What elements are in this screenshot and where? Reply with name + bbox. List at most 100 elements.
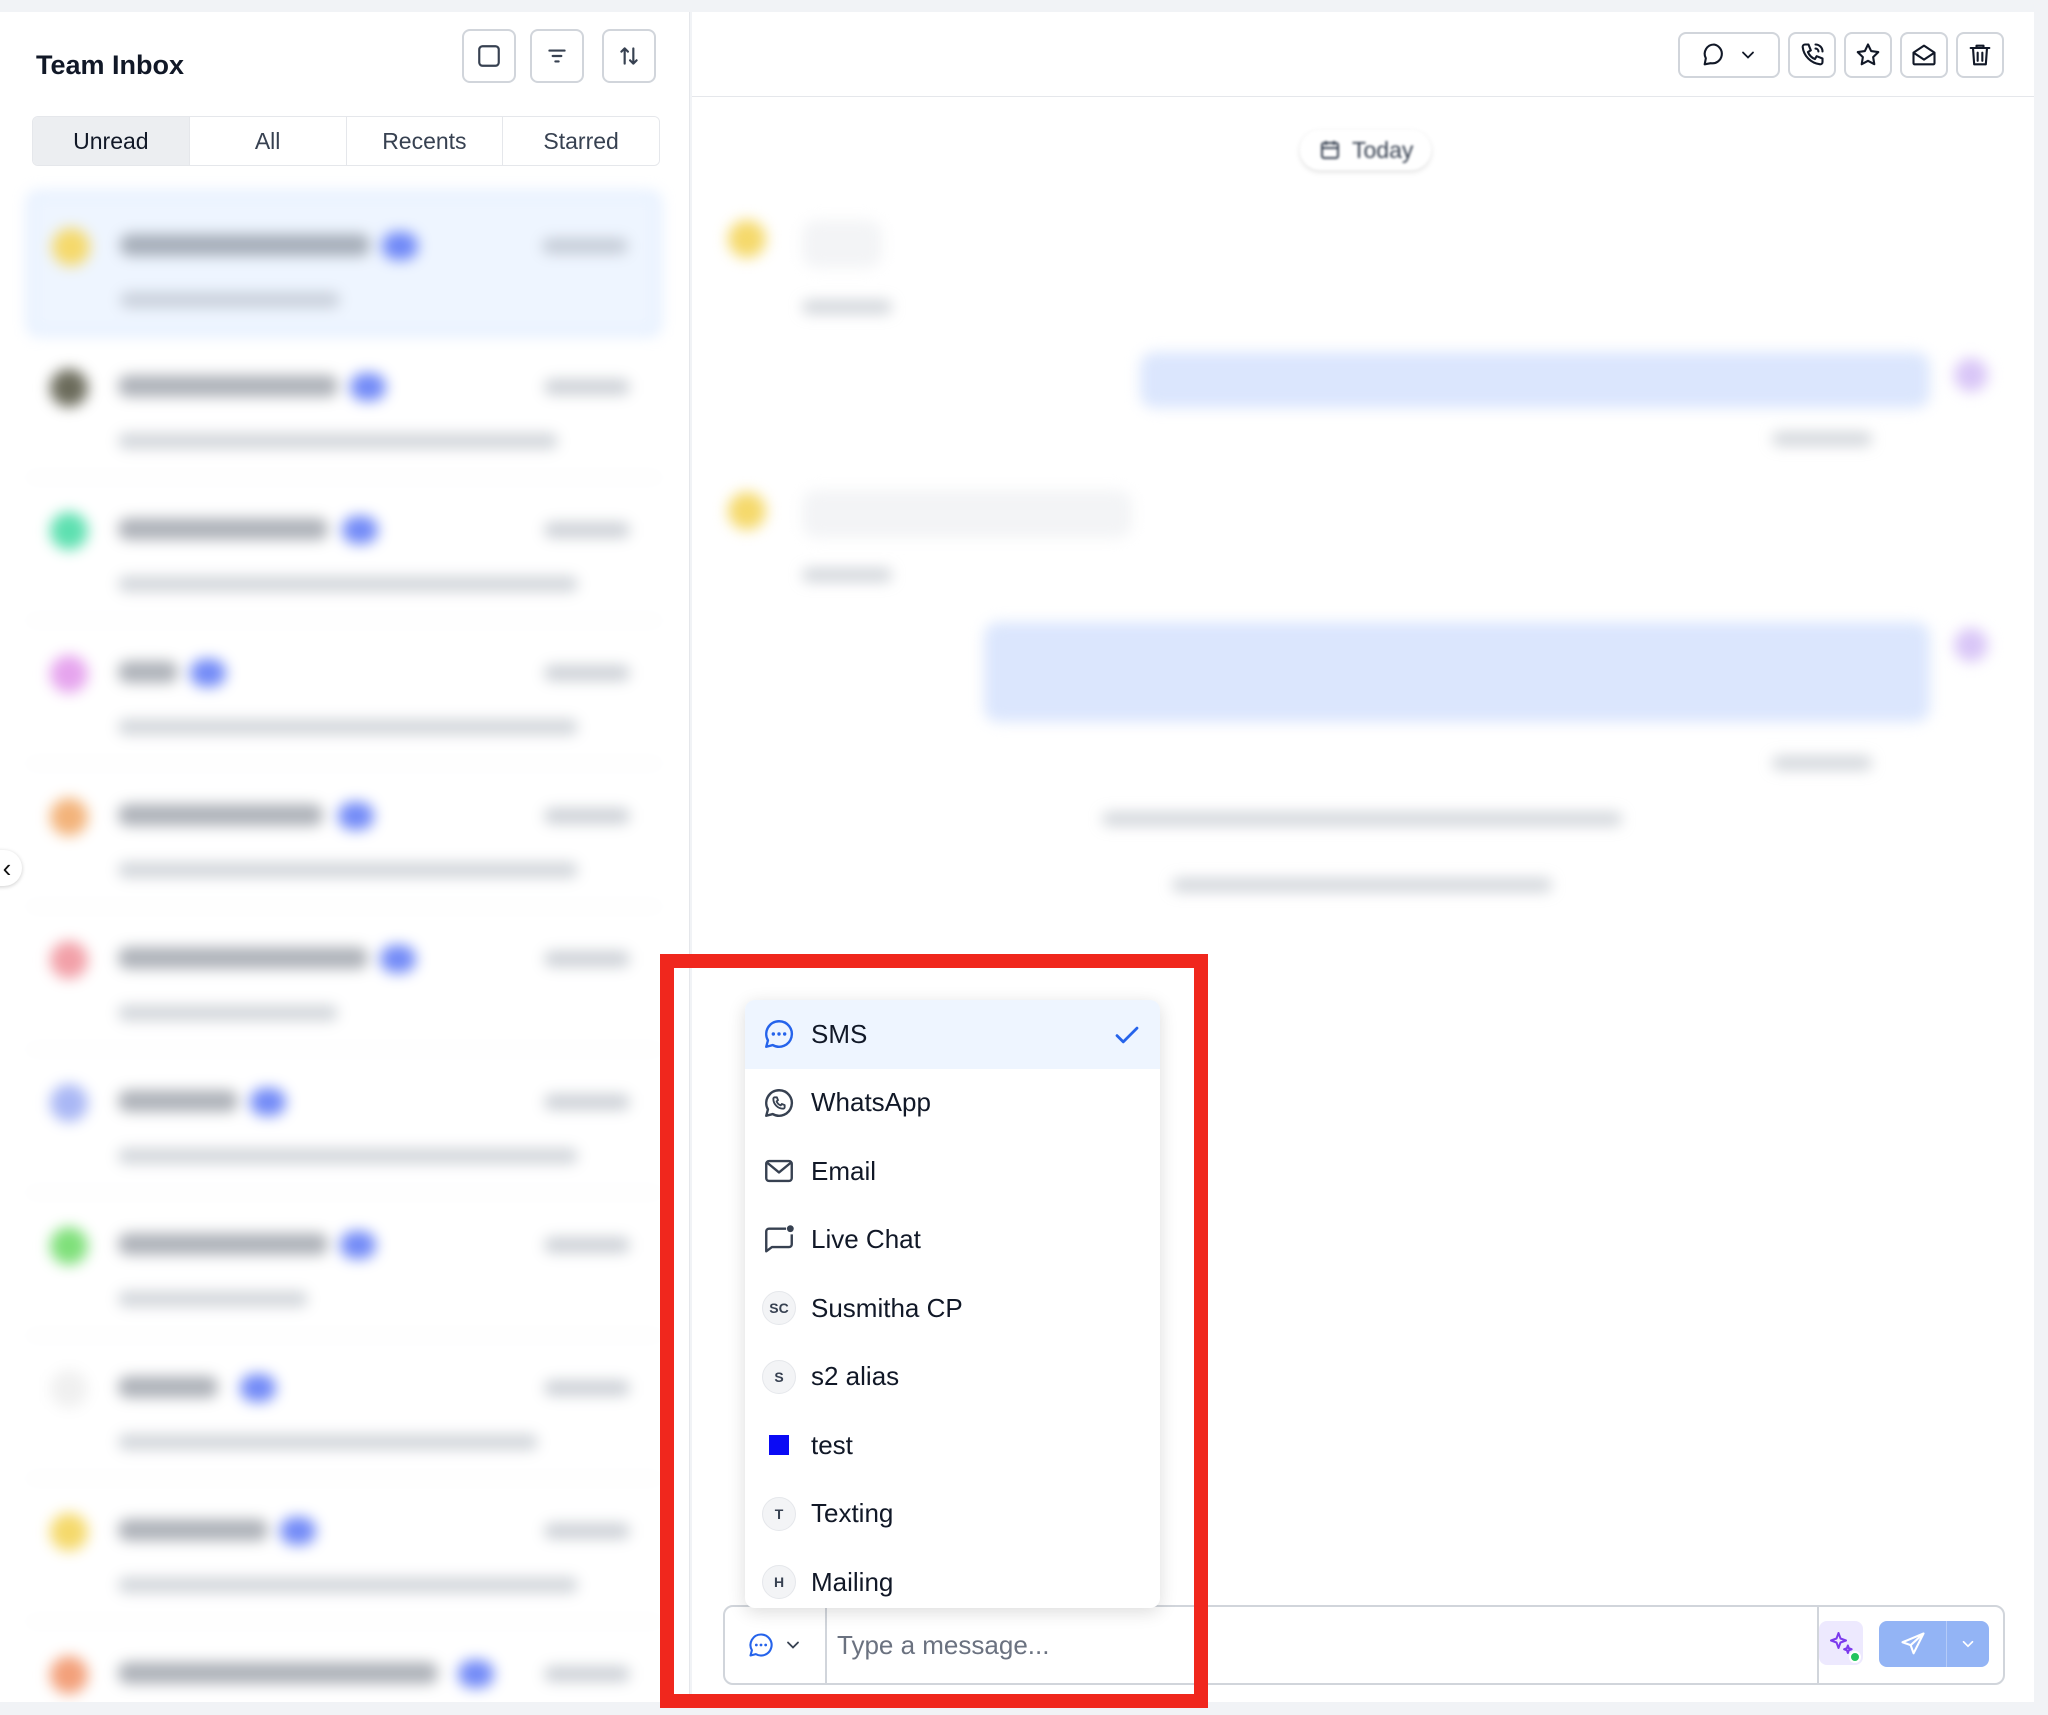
filter-button[interactable]	[530, 29, 584, 83]
channel-option-test[interactable]: test	[745, 1411, 1160, 1480]
message-preview	[118, 1434, 538, 1450]
timestamp	[544, 665, 630, 681]
message-timestamp	[1772, 432, 1872, 446]
avatar-initials: T	[762, 1496, 796, 1531]
ai-assist-button[interactable]	[1817, 1607, 1867, 1683]
conversation-item[interactable]	[28, 1479, 660, 1622]
unread-badge	[382, 232, 418, 260]
chat-bubble-icon	[1703, 43, 1723, 66]
message-timestamp	[802, 568, 892, 582]
avatar-initials: SC	[762, 1291, 796, 1326]
timestamp	[544, 1523, 630, 1539]
channel-option-s2-alias[interactable]: S s2 alias	[745, 1343, 1160, 1412]
contact-name	[118, 1519, 268, 1541]
inbox-title: Team Inbox	[36, 50, 185, 80]
star-button[interactable]	[1844, 32, 1892, 78]
channel-option-mailing[interactable]: H Mailing	[745, 1548, 1160, 1608]
conversation-item[interactable]	[28, 1050, 660, 1193]
message-preview	[118, 719, 578, 735]
channel-option-label: Live Chat	[811, 1224, 921, 1255]
assign-dropdown-button[interactable]	[1678, 32, 1780, 78]
channel-option-label: WhatsApp	[811, 1087, 931, 1118]
avatar	[1954, 628, 1988, 662]
chevron-down-icon	[787, 1641, 799, 1649]
conversation-item[interactable]	[28, 1193, 660, 1336]
unread-badge	[342, 516, 378, 544]
conversation-item[interactable]	[28, 764, 660, 907]
channel-option-label: Mailing	[811, 1566, 894, 1597]
avatar	[50, 369, 88, 407]
conversation-item[interactable]	[28, 621, 660, 764]
conversation-item[interactable]	[28, 1622, 660, 1702]
unread-badge	[338, 802, 374, 830]
channel-selector-button[interactable]	[725, 1607, 827, 1683]
unread-badge	[380, 945, 416, 973]
conversation-item[interactable]	[28, 907, 660, 1050]
channel-option-label: Email	[811, 1155, 877, 1186]
initials-avatar: S	[761, 1359, 797, 1395]
chevron-left-icon: ‹	[2, 852, 12, 883]
conversation-item[interactable]	[28, 192, 660, 335]
message-timestamp	[1772, 756, 1872, 770]
avatar	[50, 655, 88, 693]
message-input[interactable]	[837, 1621, 1737, 1669]
contact-name	[118, 1090, 238, 1112]
channel-option-label: SMS	[811, 1018, 868, 1049]
channel-option-susmitha-cp[interactable]: SC Susmitha CP	[745, 1274, 1160, 1343]
unread-badge	[340, 1231, 376, 1259]
avatar	[728, 492, 766, 530]
whatsapp-icon	[761, 1085, 797, 1121]
channel-option-label: s2 alias	[811, 1361, 900, 1392]
message-preview	[118, 862, 578, 878]
email-icon	[761, 1153, 797, 1189]
avatar	[1954, 358, 1988, 392]
channel-option-label: Texting	[811, 1498, 894, 1529]
channel-menu: SMS WhatsApp Email Live Chat SC Susmitha…	[745, 1000, 1160, 1608]
sort-icon	[620, 47, 638, 65]
contact-name	[118, 804, 323, 826]
phone-icon	[1801, 43, 1824, 66]
timestamp	[544, 951, 630, 967]
call-button[interactable]	[1788, 32, 1836, 78]
channel-option-whatsapp[interactable]: WhatsApp	[745, 1069, 1160, 1138]
avatar	[52, 228, 90, 266]
send-options-button[interactable]	[1947, 1635, 1989, 1653]
message-preview	[118, 576, 578, 592]
sms-icon	[761, 1016, 797, 1052]
unread-badge	[240, 1374, 276, 1402]
chevron-down-icon	[1742, 51, 1754, 59]
timestamp	[544, 522, 630, 538]
contact-name	[118, 947, 368, 969]
message-bubble	[984, 622, 1930, 722]
channel-option-email[interactable]: Email	[745, 1137, 1160, 1206]
channel-option-sms[interactable]: SMS	[745, 1000, 1160, 1069]
sort-button[interactable]	[602, 29, 656, 83]
mark-read-button[interactable]	[1900, 32, 1948, 78]
conversation-item[interactable]	[28, 478, 660, 621]
tab-recents[interactable]: Recents	[346, 117, 504, 165]
tab-all[interactable]: All	[189, 117, 347, 165]
channel-option-texting[interactable]: T Texting	[745, 1480, 1160, 1549]
conversation-item[interactable]	[28, 335, 660, 478]
conversation-item[interactable]	[28, 1336, 660, 1479]
contact-name	[118, 661, 178, 683]
select-all-checkbox[interactable]	[462, 29, 516, 83]
timestamp	[544, 808, 630, 824]
delete-button[interactable]	[1956, 32, 2004, 78]
send-button[interactable]	[1879, 1621, 1947, 1667]
avatar-initials: S	[762, 1359, 796, 1394]
message-preview	[118, 1577, 578, 1593]
collapse-sidebar-button[interactable]: ‹	[0, 850, 22, 886]
tab-unread[interactable]: Unread	[33, 117, 190, 165]
check-icon	[1115, 1026, 1139, 1044]
conversation-list	[28, 192, 660, 1702]
unread-badge	[458, 1660, 494, 1688]
channel-option-live-chat[interactable]: Live Chat	[745, 1206, 1160, 1275]
timestamp	[542, 238, 628, 254]
filter-icon	[548, 49, 566, 63]
avatar	[50, 941, 88, 979]
message-bubble	[802, 220, 882, 268]
tab-starred[interactable]: Starred	[503, 117, 659, 165]
send-icon	[1900, 1632, 1925, 1655]
contact-name	[118, 1376, 218, 1398]
